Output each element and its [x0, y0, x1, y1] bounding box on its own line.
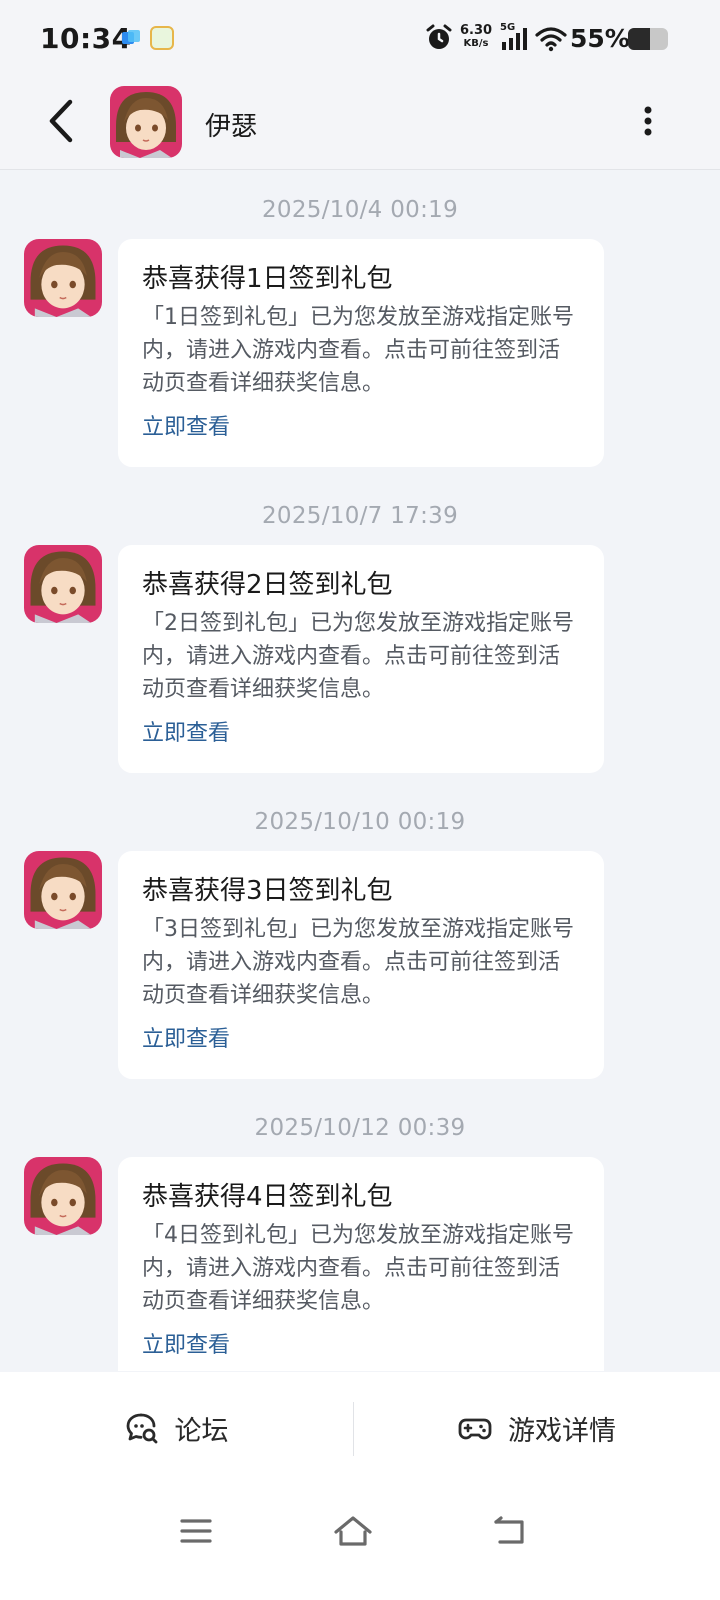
home-button[interactable]: [323, 1506, 383, 1556]
message-card[interactable]: 恭喜获得2日签到礼包 「2日签到礼包」已为您发放至游戏指定账号内，请进入游戏内查…: [118, 545, 604, 773]
message-body: 「2日签到礼包」已为您发放至游戏指定账号内，请进入游戏内查看。点击可前往签到活动…: [142, 611, 574, 702]
message-title: 恭喜获得1日签到礼包: [142, 264, 393, 294]
chat-header: 伊瑟: [0, 78, 720, 170]
message-avatar[interactable]: [24, 851, 102, 929]
chevron-left-icon: [49, 99, 73, 143]
net-speed-unit: KB/s: [463, 38, 489, 49]
app-notification-icon: [122, 30, 140, 46]
message-body: 「1日签到礼包」已为您发放至游戏指定账号内，请进入游戏内查看。点击可前往签到活动…: [142, 305, 574, 396]
message-timestamp: 2025/10/4 00:19: [261, 197, 459, 223]
message-item: 2025/10/7 17:39 恭喜获得2日签到礼包 「2日签到礼包」已为您发放…: [0, 477, 720, 783]
message-timestamp: 2025/10/10 00:19: [254, 809, 466, 835]
net-speed-value: 6.30: [460, 23, 493, 38]
message-card[interactable]: 恭喜获得4日签到礼包 「4日签到礼包」已为您发放至游戏指定账号内，请进入游戏内查…: [118, 1157, 604, 1371]
message-item: 2025/10/12 00:39 恭喜获得4日签到礼包 「4日签到礼包」已为您发…: [0, 1089, 720, 1371]
alarm-icon: [425, 24, 453, 52]
game-details-label: 游戏详情: [508, 1415, 616, 1447]
message-avatar[interactable]: [24, 1157, 102, 1235]
view-now-link[interactable]: 立即查看: [142, 719, 230, 749]
forum-chat-icon: [125, 1411, 159, 1445]
battery-level-fill: [628, 28, 650, 50]
forum-label: 论坛: [174, 1415, 229, 1447]
forum-button[interactable]: 论坛: [0, 1372, 353, 1484]
back-arrow-icon: [494, 1516, 524, 1544]
game-character-avatar-icon: [24, 851, 102, 929]
message-title: 恭喜获得4日签到礼包: [142, 1182, 393, 1212]
game-character-avatar-icon: [110, 86, 182, 158]
status-time: 10:34: [40, 22, 132, 55]
game-character-avatar-icon: [24, 545, 102, 623]
game-avatar[interactable]: [110, 86, 182, 158]
message-body: 「4日签到礼包」已为您发放至游戏指定账号内，请进入游戏内查看。点击可前往签到活动…: [142, 1223, 574, 1314]
game-details-button[interactable]: 游戏详情: [354, 1372, 720, 1484]
message-avatar[interactable]: [24, 545, 102, 623]
view-now-link[interactable]: 立即查看: [142, 413, 230, 443]
chat-title: 伊瑟: [205, 112, 258, 142]
message-avatar[interactable]: [24, 239, 102, 317]
home-icon: [334, 1516, 372, 1546]
battery-icon: [628, 28, 668, 50]
bottom-action-bar: 论坛 游戏详情: [0, 1372, 720, 1484]
game-character-avatar-icon: [24, 1157, 102, 1235]
gamepad-icon: [458, 1411, 492, 1445]
recent-apps-button[interactable]: [166, 1506, 226, 1556]
view-now-link[interactable]: 立即查看: [142, 1025, 230, 1055]
cellular-signal-icon: 5G: [500, 22, 530, 52]
more-vertical-icon: [644, 106, 652, 136]
message-timestamp: 2025/10/7 17:39: [261, 503, 459, 529]
battery-percent: 55%: [570, 24, 630, 53]
system-navigation-bar: [0, 1484, 720, 1600]
net-speed: 6.30 KB/s: [460, 24, 492, 50]
status-bar: 10:34 6.30 KB/s 5G 55%: [0, 0, 720, 78]
message-timestamp: 2025/10/12 00:39: [254, 1115, 466, 1141]
message-body: 「3日签到礼包」已为您发放至游戏指定账号内，请进入游戏内查看。点击可前往签到活动…: [142, 917, 574, 1008]
view-now-link[interactable]: 立即查看: [142, 1331, 230, 1361]
back-nav-button[interactable]: [480, 1506, 540, 1556]
gallery-app-icon: [150, 26, 174, 50]
message-title: 恭喜获得2日签到礼包: [142, 570, 393, 600]
message-card[interactable]: 恭喜获得1日签到礼包 「1日签到礼包」已为您发放至游戏指定账号内，请进入游戏内查…: [118, 239, 604, 467]
message-list[interactable]: 2025/10/4 00:19 恭喜获得1日签到礼包 「1日签到礼包」已为您发放…: [0, 171, 720, 1371]
game-character-avatar-icon: [24, 239, 102, 317]
menu-icon: [180, 1519, 212, 1543]
more-options-button[interactable]: [628, 96, 668, 146]
message-title: 恭喜获得3日签到礼包: [142, 876, 393, 906]
wifi-icon: [535, 26, 567, 52]
message-card[interactable]: 恭喜获得3日签到礼包 「3日签到礼包」已为您发放至游戏指定账号内，请进入游戏内查…: [118, 851, 604, 1079]
message-item: 2025/10/4 00:19 恭喜获得1日签到礼包 「1日签到礼包」已为您发放…: [0, 171, 720, 477]
back-button[interactable]: [36, 96, 86, 146]
message-item: 2025/10/10 00:19 恭喜获得3日签到礼包 「3日签到礼包」已为您发…: [0, 783, 720, 1089]
